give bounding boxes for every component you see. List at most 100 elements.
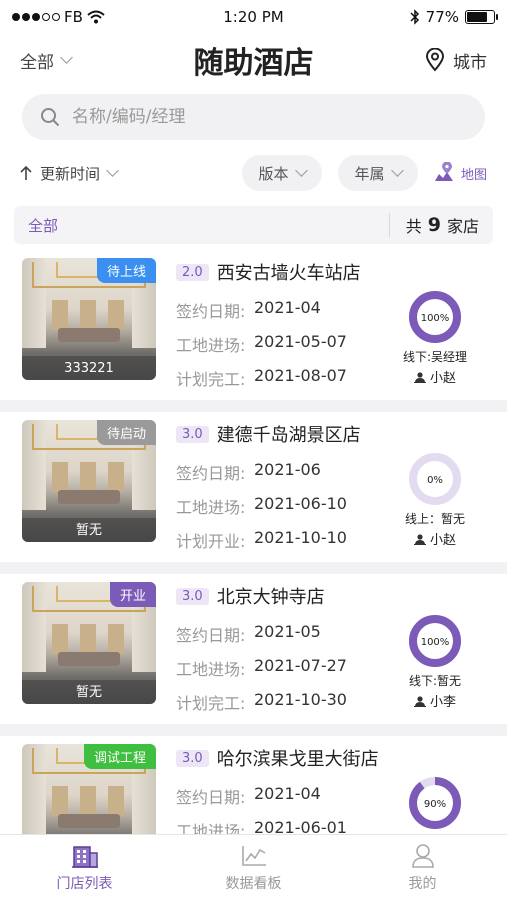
map-view-button[interactable]: 地图 <box>433 155 487 191</box>
city-label: 城市 <box>453 52 487 73</box>
store-info-row: 计划完工: 2021-10-30 <box>176 690 386 713</box>
status-badge: 调试工程 <box>83 744 156 769</box>
location-pin-icon <box>425 48 445 72</box>
store-info-row: 签约日期: 2021-06 <box>176 460 386 483</box>
chevron-down-icon <box>106 164 119 177</box>
store-card[interactable]: 暂无 开业 3.0 北京大钟寺店 签约日期: 2021-05 工地进场: 202… <box>0 574 507 736</box>
info-label: 工地进场: <box>176 660 246 679</box>
store-info-row: 计划开业: 2021-10-10 <box>176 528 386 551</box>
count-prefix: 共 <box>405 217 422 236</box>
store-count: 共 9 家店 <box>388 213 479 237</box>
store-name[interactable]: 北京大钟寺店 <box>217 583 325 609</box>
store-name[interactable]: 哈尔滨果戈里大街店 <box>217 745 379 771</box>
search-input[interactable] <box>72 107 452 127</box>
store-name[interactable]: 建德千岛湖景区店 <box>217 421 361 447</box>
store-info: 3.0 北京大钟寺店 签约日期: 2021-05 工地进场: 2021-07-2… <box>176 584 386 713</box>
info-label: 工地进场: <box>176 336 246 355</box>
city-selector[interactable]: 城市 <box>425 48 487 73</box>
user-icon <box>411 843 434 868</box>
store-info: 2.0 西安古墙火车站店 签约日期: 2021-04 工地进场: 2021-05… <box>176 260 386 389</box>
store-info-row: 工地进场: 2021-06-10 <box>176 494 386 517</box>
filter-row: 更新时间 版本 年属 地图 <box>0 155 507 191</box>
store-thumbnail[interactable]: 333221 待上线 <box>22 258 156 380</box>
thumbnail-caption: 暂无 <box>75 523 102 538</box>
map-icon <box>434 162 453 181</box>
summary-bar: 全部 共 9 家店 <box>14 206 493 244</box>
tab-dashboard-label: 数据看板 <box>225 875 282 892</box>
store-card[interactable]: 333221 待上线 2.0 西安古墙火车站店 签约日期: 2021-04 工地… <box>0 250 507 412</box>
status-right: 77% <box>410 8 498 26</box>
store-info-row: 工地进场: 2021-07-27 <box>176 656 386 679</box>
bluetooth-icon <box>410 9 419 25</box>
version-filter-pill[interactable]: 版本 <box>242 155 322 191</box>
count-suffix: 家店 <box>446 217 479 236</box>
belong-filter-pill[interactable]: 年属 <box>338 155 418 191</box>
store-thumbnail[interactable]: 暂无 开业 <box>22 582 156 704</box>
store-info: 3.0 哈尔滨果戈里大街店 签约日期: 2021-04 工地进场: 2021-0… <box>176 745 386 841</box>
tab-store-list[interactable]: 门店列表 <box>0 835 169 900</box>
store-name[interactable]: 西安古墙火车站店 <box>217 259 361 285</box>
progress-label: 100% <box>421 637 450 648</box>
chevron-down-icon <box>294 164 308 177</box>
map-label: 地图 <box>460 167 487 183</box>
progress-block: 100% 线下:吴经理 小赵 <box>392 290 478 386</box>
info-value: 2021-05-07 <box>254 332 347 351</box>
info-value: 2021-06 <box>254 460 321 479</box>
staff-row: 小赵 <box>413 529 456 548</box>
manager-label: 线下:暂无 <box>408 674 462 688</box>
scope-filter-label: 全部 <box>20 52 54 73</box>
store-list: 333221 待上线 2.0 西安古墙火车站店 签约日期: 2021-04 工地… <box>0 250 507 898</box>
info-value: 2021-10-10 <box>254 528 347 547</box>
tab-all[interactable]: 全部 <box>28 215 58 236</box>
version-tag: 3.0 <box>176 425 209 443</box>
version-tag: 3.0 <box>176 587 209 605</box>
progress-label: 90% <box>424 799 446 810</box>
store-name-row: 3.0 北京大钟寺店 <box>176 584 386 608</box>
tab-profile-label: 我的 <box>408 875 437 892</box>
status-badge: 开业 <box>109 582 156 607</box>
store-card[interactable]: 暂无 待启动 3.0 建德千岛湖景区店 签约日期: 2021-06 工地进场: … <box>0 412 507 574</box>
person-icon <box>413 533 426 545</box>
person-icon <box>413 371 426 383</box>
store-info-row: 工地进场: 2021-05-07 <box>176 332 386 355</box>
info-value: 2021-07-27 <box>254 656 347 675</box>
thumbnail-caption: 333221 <box>64 361 114 376</box>
store-info-row: 签约日期: 2021-05 <box>176 622 386 645</box>
manager-label: 线下:吴经理 <box>402 350 468 364</box>
manager-label: 线上：暂无 <box>404 512 465 526</box>
version-tag: 2.0 <box>176 263 209 281</box>
store-info-row: 签约日期: 2021-04 <box>176 784 386 807</box>
store-name-row: 3.0 建德千岛湖景区店 <box>176 422 386 446</box>
person-icon <box>413 695 426 707</box>
staff-row: 小李 <box>413 691 456 710</box>
store-info-row: 计划完工: 2021-08-07 <box>176 366 386 389</box>
building-icon <box>71 845 98 868</box>
scope-filter-dropdown[interactable]: 全部 <box>20 48 73 73</box>
info-value: 2021-04 <box>254 784 321 803</box>
info-value: 2021-10-30 <box>254 690 347 709</box>
search-bar[interactable] <box>22 94 485 140</box>
progress-label: 0% <box>427 475 443 486</box>
tab-profile[interactable]: 我的 <box>338 835 507 900</box>
store-thumbnail[interactable]: 暂无 待启动 <box>22 420 156 542</box>
version-filter-label: 版本 <box>258 164 289 183</box>
wifi-icon <box>87 10 105 24</box>
progress-ring: 100% <box>409 615 461 667</box>
count-value: 9 <box>427 214 441 236</box>
battery-icon <box>465 10 498 24</box>
version-tag: 3.0 <box>176 749 209 767</box>
info-value: 2021-04 <box>254 298 321 317</box>
progress-ring: 0% <box>409 453 461 505</box>
sort-by-update-time[interactable]: 更新时间 <box>20 155 119 191</box>
store-name-row: 2.0 西安古墙火车站店 <box>176 260 386 284</box>
info-label: 计划完工: <box>176 370 246 389</box>
status-badge: 待上线 <box>96 258 156 283</box>
info-value: 2021-05 <box>254 622 321 641</box>
sort-label: 更新时间 <box>40 164 101 183</box>
tab-dashboard[interactable]: 数据看板 <box>169 835 338 900</box>
progress-ring: 100% <box>409 291 461 343</box>
tab-store-list-label: 门店列表 <box>56 875 113 892</box>
info-value: 2021-08-07 <box>254 366 347 385</box>
chart-icon <box>241 845 266 866</box>
info-label: 签约日期: <box>176 788 246 807</box>
